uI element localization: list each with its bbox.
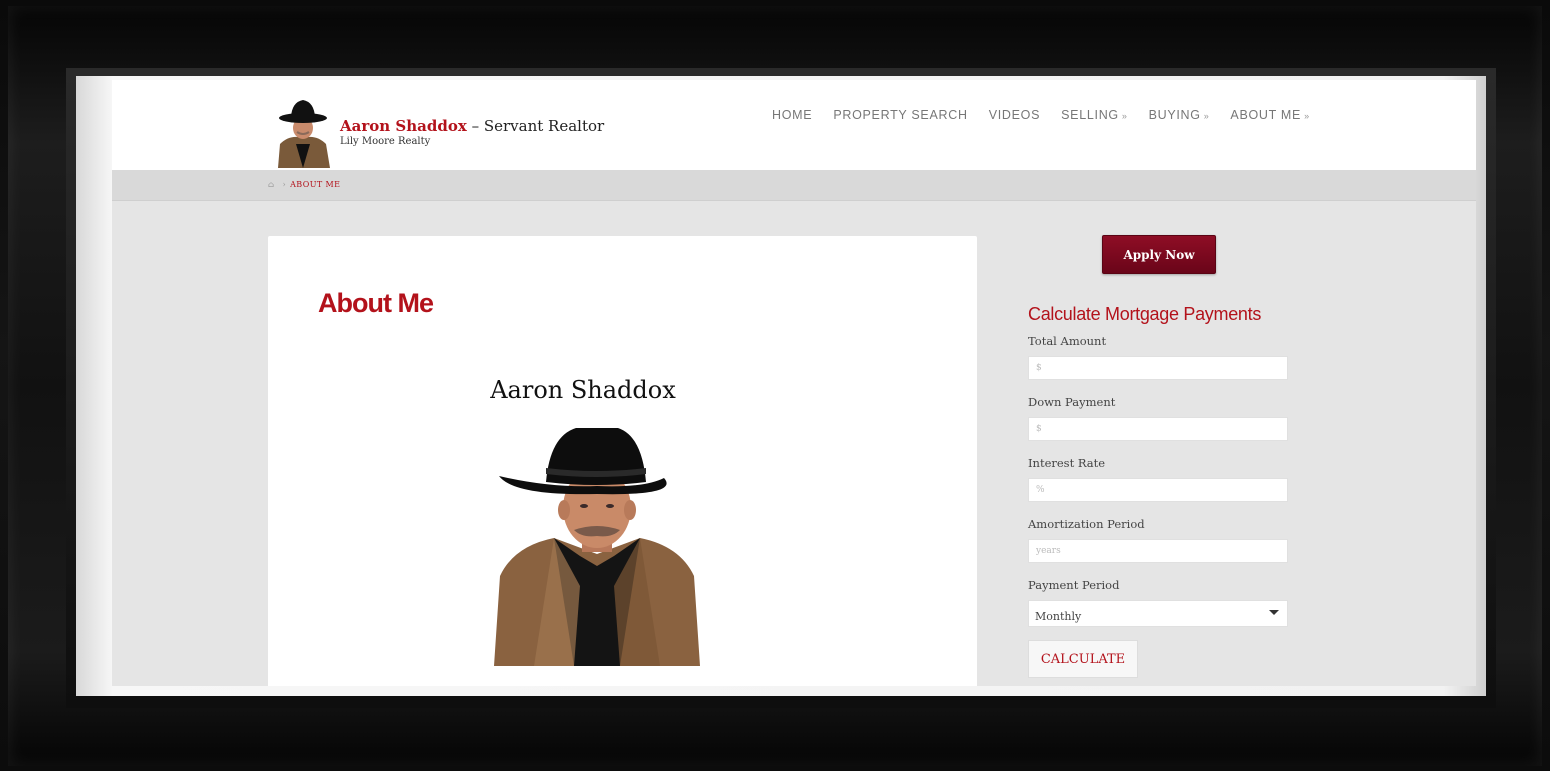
page-title: About Me [318, 288, 434, 318]
payment-period-label: Payment Period [1028, 578, 1120, 592]
amortization-period-label: Amortization Period [1028, 517, 1145, 531]
interest-rate-input[interactable] [1028, 478, 1288, 502]
logo-portrait[interactable] [270, 94, 336, 168]
chevron-down-icon: » [1304, 111, 1310, 121]
breadcrumb-current: ABOUT ME [290, 180, 341, 189]
content-card: About Me Aaron Shaddox [268, 236, 977, 686]
total-amount-label: Total Amount [1028, 334, 1107, 348]
interest-rate-label: Interest Rate [1028, 456, 1106, 470]
chevron-down-icon: » [1121, 111, 1128, 121]
caret-down-icon [1269, 610, 1279, 615]
nav-videos[interactable]: VIDEOS [989, 108, 1040, 122]
brand-company: Lily Moore Realty [340, 136, 431, 147]
nav-about-me[interactable]: ABOUT ME» [1230, 108, 1309, 122]
calculator-title: Calculate Mortgage Payments [1028, 304, 1262, 324]
down-payment-label: Down Payment [1028, 395, 1116, 409]
down-payment-input[interactable] [1028, 417, 1288, 441]
brand-title: Aaron Shaddox – Servant Realtor [340, 117, 604, 135]
chevron-down-icon: » [1203, 111, 1210, 121]
main-nav: HOME PROPERTY SEARCH VIDEOS SELLING» BUY… [772, 108, 1331, 122]
person-name: Aaron Shaddox [490, 376, 676, 404]
nav-property-search[interactable]: PROPERTY SEARCH [833, 108, 967, 122]
breadcrumb: ⌂ › ABOUT ME [268, 180, 340, 189]
home-icon[interactable]: ⌂ [268, 180, 275, 189]
website-screenshot: Aaron Shaddox – Servant Realtor Lily Moo… [112, 80, 1476, 686]
payment-period-select[interactable]: Monthly [1028, 600, 1288, 627]
nav-selling[interactable]: SELLING» [1061, 108, 1127, 122]
amortization-period-input[interactable] [1028, 539, 1288, 563]
total-amount-input[interactable] [1028, 356, 1288, 380]
apply-now-button[interactable]: Apply Now [1102, 235, 1216, 274]
calculate-button[interactable]: CALCULATE [1028, 640, 1138, 678]
payment-period-value: Monthly [1035, 610, 1082, 623]
brand-tagline: – Servant Realtor [471, 117, 605, 135]
brand-block[interactable]: Aaron Shaddox – Servant Realtor Lily Moo… [340, 117, 604, 147]
nav-home[interactable]: HOME [772, 108, 812, 122]
breadcrumb-separator: › [282, 180, 287, 189]
profile-photo [494, 426, 700, 666]
brand-name: Aaron Shaddox [340, 117, 467, 135]
picture-frame: Aaron Shaddox – Servant Realtor Lily Moo… [0, 0, 1550, 771]
site-header: Aaron Shaddox – Servant Realtor Lily Moo… [112, 80, 1476, 170]
nav-buying[interactable]: BUYING» [1149, 108, 1210, 122]
